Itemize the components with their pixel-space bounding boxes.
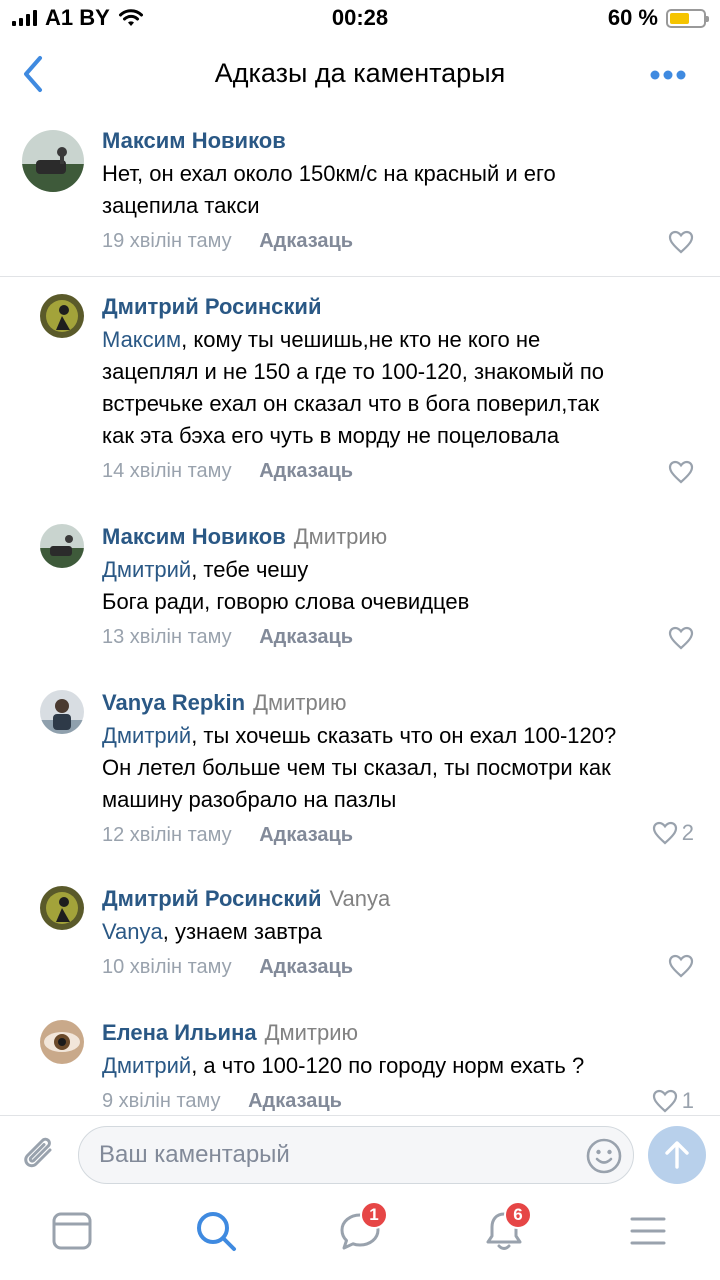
comment-text: Дмитрий, ты хочешь сказать что он ехал 1… [102, 723, 617, 812]
menu-icon [630, 1217, 666, 1245]
heart-icon [652, 821, 677, 845]
reply-to-label: Дмитрию [293, 524, 388, 549]
like-button[interactable]: 1 [652, 1088, 694, 1114]
avatar[interactable] [22, 130, 84, 192]
comment-time: 9 хвілін таму [102, 1090, 221, 1112]
like-button[interactable] [668, 626, 694, 650]
mention-link[interactable]: Дмитрий [102, 723, 191, 748]
like-count: 1 [681, 1088, 694, 1113]
comment-time: 13 хвілін таму [102, 626, 232, 648]
comment-author[interactable]: Дмитрий Росинский [102, 886, 321, 911]
comment-author[interactable]: Vanya Repkin [102, 690, 245, 715]
comment-composer [0, 1115, 720, 1195]
heart-icon [668, 954, 694, 978]
reply-button[interactable]: Адказаць [259, 460, 353, 482]
mention-link[interactable]: Дмитрий [102, 1053, 191, 1078]
clock: 00:28 [331, 5, 389, 30]
avatar[interactable] [40, 886, 84, 930]
status-bar: A1 BY 00:28 60 % [0, 0, 720, 36]
mention-link[interactable]: Максим [102, 327, 181, 352]
comment-input[interactable] [78, 1126, 634, 1184]
more-button[interactable] [650, 68, 686, 80]
like-count: 2 [681, 820, 694, 845]
comment-time: 10 хвілін таму [102, 956, 232, 978]
like-button[interactable] [668, 230, 694, 254]
tab-newsfeed[interactable] [50, 1209, 94, 1253]
comment-time: 14 хвілін таму [102, 460, 232, 482]
page-title: Адказы да каментарыя [214, 58, 506, 88]
comment-time: 12 хвілін таму [102, 824, 232, 846]
heart-icon [668, 230, 694, 254]
comment-author[interactable]: Елена Ильина [102, 1020, 257, 1045]
newsfeed-icon [52, 1212, 92, 1250]
reply-to-label: Дмитрию [264, 1020, 359, 1045]
attach-button[interactable] [20, 1132, 60, 1176]
tab-messages[interactable]: 1 [338, 1201, 388, 1253]
tab-menu[interactable] [626, 1209, 670, 1253]
comment-text: Vanya, узнаем завтра [102, 919, 322, 944]
heart-icon [668, 460, 694, 484]
paperclip-icon [24, 1137, 52, 1168]
like-button[interactable] [668, 954, 694, 978]
comment-time: 19 хвілін таму [102, 230, 232, 252]
comment-author[interactable]: Максим Новиков [102, 128, 286, 153]
reply-button[interactable]: Адказаць [259, 824, 353, 846]
divider [0, 276, 720, 277]
send-button[interactable] [648, 1126, 706, 1184]
mention-link[interactable]: Дмитрий [102, 557, 191, 582]
heart-icon [652, 1089, 677, 1113]
comment-text: Нет, он ехал около 150км/с на красный и … [102, 161, 556, 218]
notifications-badge: 6 [504, 1201, 532, 1229]
reply-button[interactable]: Адказаць [259, 956, 353, 978]
reply-button[interactable]: Адказаць [259, 230, 353, 252]
avatar[interactable] [40, 294, 84, 338]
like-button[interactable] [668, 460, 694, 484]
comment-text: Максим, кому ты чешишь,не кто не кого не… [102, 327, 605, 448]
search-icon [197, 1212, 236, 1251]
tab-notifications[interactable]: 6 [482, 1201, 532, 1253]
emoji-button[interactable] [586, 1138, 622, 1174]
comment-text: Дмитрий, тебе чешу Бога ради, говорю сло… [102, 557, 470, 614]
tab-search[interactable] [194, 1209, 238, 1253]
like-button[interactable]: 2 [652, 820, 694, 846]
nav-header: Адказы да каментарыя [0, 36, 720, 112]
reply-button[interactable]: Адказаць [248, 1090, 342, 1112]
reply-to-label: Vanya [329, 886, 391, 911]
reply-button[interactable]: Адказаць [259, 626, 353, 648]
more-horizontal-icon [650, 70, 686, 80]
avatar[interactable] [40, 524, 84, 568]
reply-to-label: Дмитрию [253, 690, 347, 715]
heart-icon [668, 626, 694, 650]
messages-badge: 1 [360, 1201, 388, 1229]
comment-author[interactable]: Дмитрий Росинский [102, 294, 321, 319]
mention-link[interactable]: Vanya [102, 919, 163, 944]
avatar[interactable] [40, 690, 84, 734]
comments-list: Максим Новиков Нет, он ехал около 150км/… [0, 112, 720, 1115]
comment-author[interactable]: Максим Новиков [102, 524, 286, 549]
arrow-up-icon [665, 1141, 689, 1169]
comment-text: Дмитрий, а что 100-120 по городу норм ех… [102, 1053, 585, 1078]
tab-bar: 1 6 [0, 1195, 720, 1280]
battery-icon [666, 8, 709, 28]
smile-icon [586, 1138, 622, 1174]
avatar[interactable] [40, 1020, 84, 1064]
